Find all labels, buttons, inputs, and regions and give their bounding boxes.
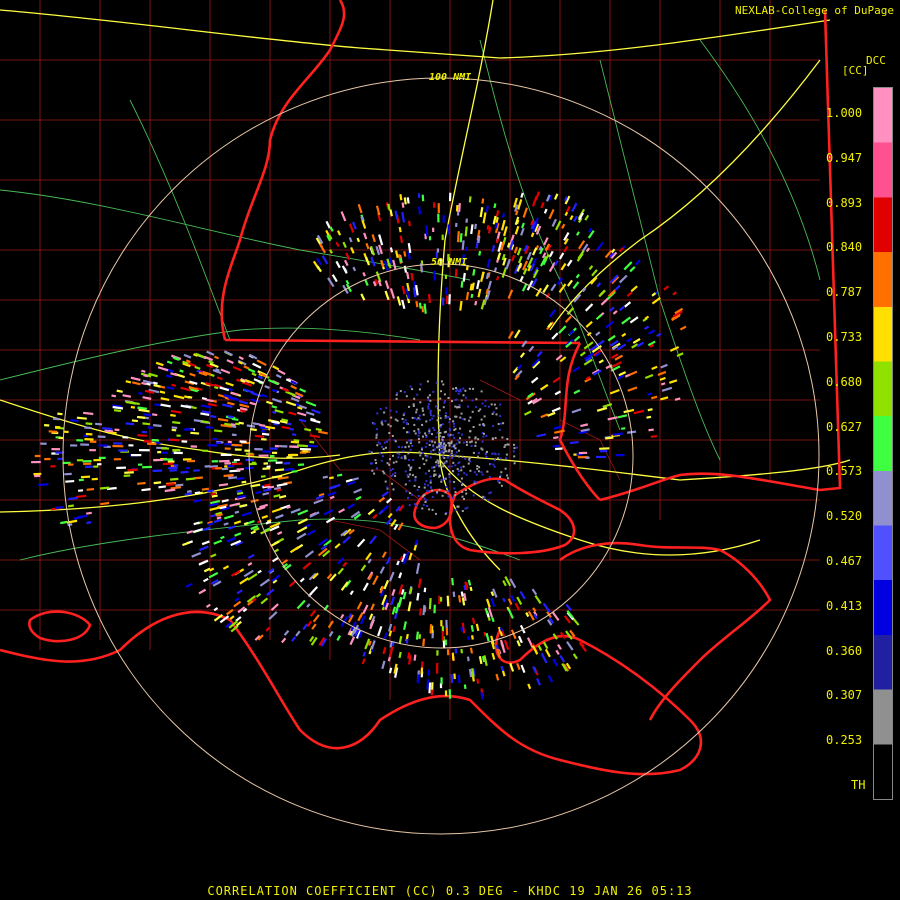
range-ring-label-outer: 100 NMI — [429, 72, 472, 83]
color-scale-tick: 0.947 — [826, 150, 863, 165]
color-scale-tick: 0.467 — [826, 554, 863, 568]
radar-map — [0, 0, 900, 900]
color-scale-tick: 0.573 — [826, 464, 863, 479]
color-scale-tick: 1.000 — [826, 106, 863, 120]
color-scale-tick: 0.307 — [826, 688, 863, 703]
color-scale-tick: TH — [851, 778, 866, 792]
color-scale-bar — [873, 87, 893, 800]
color-scale-tick: 0.413 — [826, 598, 863, 613]
range-ring-label-inner: 50 NMI — [431, 257, 468, 268]
color-scale-tick: 0.840 — [826, 240, 863, 255]
credit-text: NEXLAB-College of DuPage — [735, 4, 894, 17]
unit-label: [CC] — [842, 64, 869, 77]
color-scale-tick: 0.733 — [826, 330, 863, 344]
color-scale-tick: 0.680 — [826, 374, 863, 389]
color-scale-tick: 0.520 — [826, 509, 863, 524]
color-scale-tick: 0.787 — [826, 285, 863, 300]
color-scale-tick: 0.627 — [826, 419, 863, 434]
product-caption: CORRELATION COEFFICIENT (CC) 0.3 DEG - K… — [207, 884, 693, 898]
color-scale-tick: 0.253 — [826, 733, 863, 748]
color-scale-tick: 0.360 — [826, 643, 863, 658]
color-scale-tick: 0.893 — [826, 195, 863, 210]
product-code: DCC — [866, 54, 886, 67]
